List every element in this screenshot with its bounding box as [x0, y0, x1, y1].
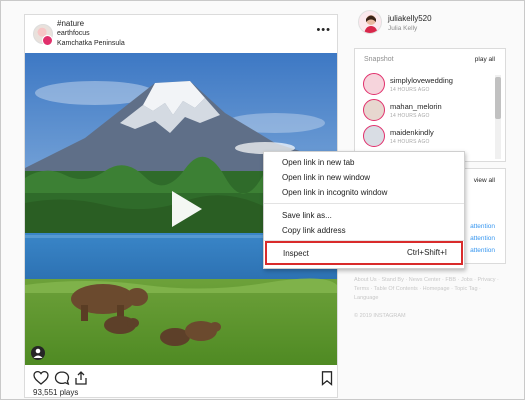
menu-open-new-tab[interactable]: Open link in new tab [264, 156, 464, 169]
post-actions [25, 367, 337, 387]
copyright: © 2019 INSTAGRAM [354, 313, 406, 319]
post-header: #nature earthfocus Kamchatka Peninsula •… [25, 15, 337, 53]
snapshot-username: mahan_melorin [390, 102, 442, 111]
story-badge-icon [42, 35, 53, 46]
snapshot-avatar [363, 73, 385, 95]
menu-open-new-window[interactable]: Open link in new window [264, 171, 464, 184]
menu-inspect-shortcut: Ctrl+Shift+I [406, 248, 447, 257]
snapshot-username: maidenkindly [390, 128, 434, 137]
menu-copy-link-address[interactable]: Copy link address [264, 224, 464, 237]
menu-separator [264, 203, 464, 204]
post-username[interactable]: earthfocus [57, 30, 90, 37]
snapshot-item[interactable]: mahan_melorin 14 HOURS AGO [363, 99, 493, 123]
play-count: 93,551 plays [33, 388, 79, 397]
snapshot-avatar [363, 99, 385, 121]
share-icon[interactable] [73, 370, 89, 386]
snapshot-avatar [363, 125, 385, 147]
menu-open-incognito[interactable]: Open link in incognito window [264, 186, 464, 199]
snapshot-username: simplylovewedding [390, 76, 453, 85]
menu-inspect[interactable]: Inspect Ctrl+Shift+I [265, 241, 463, 265]
play-all-link[interactable]: play all [475, 56, 495, 63]
snapshot-time: 14 HOURS AGO [390, 113, 430, 119]
snapshot-time: 14 HOURS AGO [390, 139, 430, 145]
profile-avatar[interactable] [358, 10, 382, 34]
profile-username[interactable]: juliakelly520 [388, 14, 432, 23]
tagged-user-icon[interactable] [31, 346, 45, 360]
snapshot-title: Snapshot [364, 56, 394, 63]
attention-button[interactable]: attention [470, 247, 495, 254]
more-options-icon[interactable]: ••• [316, 25, 331, 36]
snapshot-item[interactable]: simplylovewedding 14 HOURS AGO [363, 73, 493, 97]
attention-button[interactable]: attention [470, 223, 495, 230]
attention-button[interactable]: attention [470, 235, 495, 242]
snapshot-panel: Snapshot play all simplylovewedding 14 H… [354, 48, 506, 162]
bookmark-icon[interactable] [319, 370, 335, 386]
snapshot-scroll-thumb[interactable] [495, 77, 501, 119]
view-all-link[interactable]: view all [474, 177, 495, 184]
snapshot-item[interactable]: maidenkindly 14 HOURS AGO [363, 125, 493, 149]
play-icon[interactable] [166, 189, 206, 229]
comment-icon[interactable] [54, 370, 70, 386]
heart-icon[interactable] [33, 370, 49, 386]
context-menu: Open link in new tab Open link in new wi… [263, 151, 465, 269]
post-hashtag[interactable]: #nature [57, 19, 84, 28]
footer-links[interactable]: About Us · Stand By · News Center · FBB … [354, 276, 504, 303]
profile-fullname: Julia Kelly [388, 25, 418, 32]
menu-save-link-as[interactable]: Save link as... [264, 209, 464, 222]
post-location[interactable]: Kamchatka Peninsula [57, 40, 125, 47]
snapshot-time: 14 HOURS AGO [390, 87, 430, 93]
